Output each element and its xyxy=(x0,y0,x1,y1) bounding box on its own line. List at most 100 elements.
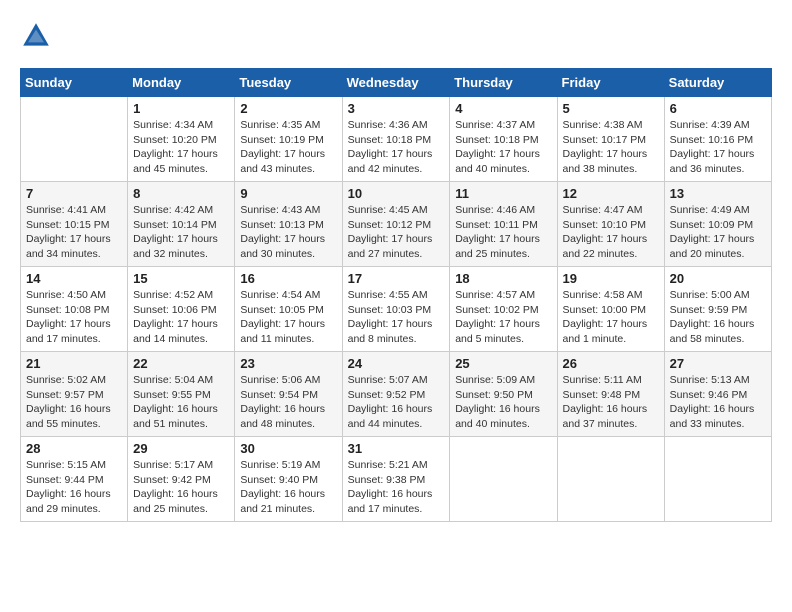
day-number: 2 xyxy=(240,101,336,116)
calendar-cell: 21 Sunrise: 5:02 AM Sunset: 9:57 PM Dayli… xyxy=(21,352,128,437)
calendar-week-row: 7 Sunrise: 4:41 AM Sunset: 10:15 PM Dayli… xyxy=(21,182,772,267)
calendar-cell: 6 Sunrise: 4:39 AM Sunset: 10:16 PM Dayli… xyxy=(664,97,771,182)
day-number: 20 xyxy=(670,271,766,286)
day-number: 28 xyxy=(26,441,122,456)
day-number: 17 xyxy=(348,271,445,286)
day-number: 9 xyxy=(240,186,336,201)
day-info: Sunrise: 4:57 AM Sunset: 10:02 PM Daylig… xyxy=(455,288,551,347)
calendar-cell xyxy=(450,437,557,522)
logo-icon xyxy=(20,20,52,52)
calendar-cell xyxy=(664,437,771,522)
calendar-cell: 5Sunrise: 4:38 AM Sunset: 10:17 PM Dayli… xyxy=(557,97,664,182)
calendar-cell: 27 Sunrise: 5:13 AM Sunset: 9:46 PM Dayli… xyxy=(664,352,771,437)
day-number: 22 xyxy=(133,356,229,371)
day-number: 24 xyxy=(348,356,445,371)
calendar-cell: 22 Sunrise: 5:04 AM Sunset: 9:55 PM Dayli… xyxy=(128,352,235,437)
day-number: 4 xyxy=(455,101,551,116)
day-number: 13 xyxy=(670,186,766,201)
day-info: Sunrise: 5:11 AM Sunset: 9:48 PM Dayligh… xyxy=(563,373,659,432)
day-info: Sunrise: 5:09 AM Sunset: 9:50 PM Dayligh… xyxy=(455,373,551,432)
column-header-sunday: Sunday xyxy=(21,69,128,97)
calendar-cell: 13 Sunrise: 4:49 AM Sunset: 10:09 PM Dayl… xyxy=(664,182,771,267)
calendar-cell: 2 Sunrise: 4:35 AM Sunset: 10:19 PM Dayli… xyxy=(235,97,342,182)
day-number: 31 xyxy=(348,441,445,456)
calendar-cell: 4Sunrise: 4:37 AM Sunset: 10:18 PM Dayli… xyxy=(450,97,557,182)
day-info: Sunrise: 4:38 AM Sunset: 10:17 PM Daylig… xyxy=(563,118,659,177)
day-number: 16 xyxy=(240,271,336,286)
day-info: Sunrise: 5:17 AM Sunset: 9:42 PM Dayligh… xyxy=(133,458,229,517)
day-info: Sunrise: 4:41 AM Sunset: 10:15 PM Daylig… xyxy=(26,203,122,262)
calendar-cell: 15 Sunrise: 4:52 AM Sunset: 10:06 PM Dayl… xyxy=(128,267,235,352)
calendar-cell: 20 Sunrise: 5:00 AM Sunset: 9:59 PM Dayli… xyxy=(664,267,771,352)
column-header-friday: Friday xyxy=(557,69,664,97)
calendar-cell: 7 Sunrise: 4:41 AM Sunset: 10:15 PM Dayli… xyxy=(21,182,128,267)
page-header xyxy=(20,20,772,52)
column-header-saturday: Saturday xyxy=(664,69,771,97)
calendar-cell: 1 Sunrise: 4:34 AM Sunset: 10:20 PM Dayli… xyxy=(128,97,235,182)
day-info: Sunrise: 4:49 AM Sunset: 10:09 PM Daylig… xyxy=(670,203,766,262)
calendar-cell: 28 Sunrise: 5:15 AM Sunset: 9:44 PM Dayli… xyxy=(21,437,128,522)
day-number: 19 xyxy=(563,271,659,286)
calendar-cell: 23Sunrise: 5:06 AM Sunset: 9:54 PM Dayli… xyxy=(235,352,342,437)
day-info: Sunrise: 4:36 AM Sunset: 10:18 PM Daylig… xyxy=(348,118,445,177)
day-info: Sunrise: 5:04 AM Sunset: 9:55 PM Dayligh… xyxy=(133,373,229,432)
day-info: Sunrise: 4:45 AM Sunset: 10:12 PM Daylig… xyxy=(348,203,445,262)
day-number: 10 xyxy=(348,186,445,201)
calendar-cell: 25 Sunrise: 5:09 AM Sunset: 9:50 PM Dayli… xyxy=(450,352,557,437)
calendar-cell: 8 Sunrise: 4:42 AM Sunset: 10:14 PM Dayli… xyxy=(128,182,235,267)
day-number: 7 xyxy=(26,186,122,201)
day-number: 8 xyxy=(133,186,229,201)
calendar-cell: 10 Sunrise: 4:45 AM Sunset: 10:12 PM Dayl… xyxy=(342,182,450,267)
calendar-cell xyxy=(21,97,128,182)
day-info: Sunrise: 5:00 AM Sunset: 9:59 PM Dayligh… xyxy=(670,288,766,347)
calendar-cell: 29Sunrise: 5:17 AM Sunset: 9:42 PM Dayli… xyxy=(128,437,235,522)
day-info: Sunrise: 4:46 AM Sunset: 10:11 PM Daylig… xyxy=(455,203,551,262)
day-number: 15 xyxy=(133,271,229,286)
calendar-cell: 19 Sunrise: 4:58 AM Sunset: 10:00 PM Dayl… xyxy=(557,267,664,352)
calendar-cell: 14Sunrise: 4:50 AM Sunset: 10:08 PM Dayl… xyxy=(21,267,128,352)
column-header-tuesday: Tuesday xyxy=(235,69,342,97)
day-info: Sunrise: 5:02 AM Sunset: 9:57 PM Dayligh… xyxy=(26,373,122,432)
calendar-cell: 24 Sunrise: 5:07 AM Sunset: 9:52 PM Dayli… xyxy=(342,352,450,437)
day-number: 21 xyxy=(26,356,122,371)
day-info: Sunrise: 4:47 AM Sunset: 10:10 PM Daylig… xyxy=(563,203,659,262)
calendar-week-row: 1 Sunrise: 4:34 AM Sunset: 10:20 PM Dayli… xyxy=(21,97,772,182)
calendar-cell: 31 Sunrise: 5:21 AM Sunset: 9:38 PM Dayli… xyxy=(342,437,450,522)
calendar-table: SundayMondayTuesdayWednesdayThursdayFrid… xyxy=(20,68,772,522)
day-number: 23 xyxy=(240,356,336,371)
day-number: 25 xyxy=(455,356,551,371)
day-info: Sunrise: 5:15 AM Sunset: 9:44 PM Dayligh… xyxy=(26,458,122,517)
logo xyxy=(20,20,58,52)
day-number: 26 xyxy=(563,356,659,371)
day-number: 1 xyxy=(133,101,229,116)
calendar-cell: 11 Sunrise: 4:46 AM Sunset: 10:11 PM Dayl… xyxy=(450,182,557,267)
column-header-wednesday: Wednesday xyxy=(342,69,450,97)
day-info: Sunrise: 4:42 AM Sunset: 10:14 PM Daylig… xyxy=(133,203,229,262)
day-info: Sunrise: 5:07 AM Sunset: 9:52 PM Dayligh… xyxy=(348,373,445,432)
day-number: 14 xyxy=(26,271,122,286)
day-info: Sunrise: 4:35 AM Sunset: 10:19 PM Daylig… xyxy=(240,118,336,177)
day-number: 27 xyxy=(670,356,766,371)
day-info: Sunrise: 4:54 AM Sunset: 10:05 PM Daylig… xyxy=(240,288,336,347)
day-number: 3 xyxy=(348,101,445,116)
calendar-cell: 9 Sunrise: 4:43 AM Sunset: 10:13 PM Dayli… xyxy=(235,182,342,267)
day-number: 11 xyxy=(455,186,551,201)
day-info: Sunrise: 4:43 AM Sunset: 10:13 PM Daylig… xyxy=(240,203,336,262)
day-info: Sunrise: 4:52 AM Sunset: 10:06 PM Daylig… xyxy=(133,288,229,347)
day-info: Sunrise: 5:13 AM Sunset: 9:46 PM Dayligh… xyxy=(670,373,766,432)
day-info: Sunrise: 4:34 AM Sunset: 10:20 PM Daylig… xyxy=(133,118,229,177)
day-number: 18 xyxy=(455,271,551,286)
day-number: 12 xyxy=(563,186,659,201)
calendar-cell: 3 Sunrise: 4:36 AM Sunset: 10:18 PM Dayli… xyxy=(342,97,450,182)
calendar-cell: 30Sunrise: 5:19 AM Sunset: 9:40 PM Dayli… xyxy=(235,437,342,522)
day-info: Sunrise: 4:39 AM Sunset: 10:16 PM Daylig… xyxy=(670,118,766,177)
day-number: 6 xyxy=(670,101,766,116)
column-header-thursday: Thursday xyxy=(450,69,557,97)
day-info: Sunrise: 4:55 AM Sunset: 10:03 PM Daylig… xyxy=(348,288,445,347)
day-info: Sunrise: 5:21 AM Sunset: 9:38 PM Dayligh… xyxy=(348,458,445,517)
calendar-week-row: 21 Sunrise: 5:02 AM Sunset: 9:57 PM Dayli… xyxy=(21,352,772,437)
day-info: Sunrise: 5:19 AM Sunset: 9:40 PM Dayligh… xyxy=(240,458,336,517)
calendar-cell: 18 Sunrise: 4:57 AM Sunset: 10:02 PM Dayl… xyxy=(450,267,557,352)
calendar-cell: 12 Sunrise: 4:47 AM Sunset: 10:10 PM Dayl… xyxy=(557,182,664,267)
day-info: Sunrise: 4:58 AM Sunset: 10:00 PM Daylig… xyxy=(563,288,659,347)
